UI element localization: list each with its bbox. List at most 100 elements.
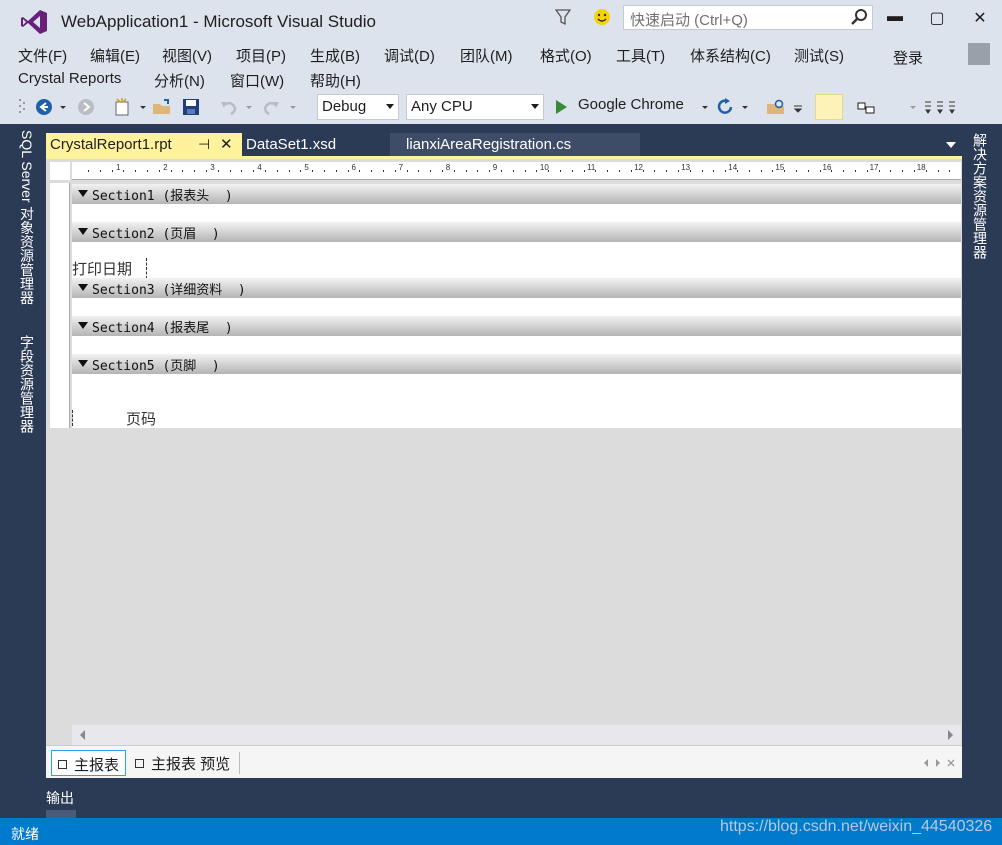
scroll-right-icon[interactable] [945,729,955,741]
tab-crystalreport1-rpt[interactable]: CrystalReport1.rpt ⊣ ✕ [46,133,242,157]
ruler-tick [477,170,479,172]
tab-lianxiarearegistration-cs[interactable]: lianxiAreaRegistration.cs [390,133,640,157]
ruler-tick [265,170,266,172]
ruler-label: 15 [775,163,785,172]
menu-view[interactable]: 视图(V) [162,45,212,66]
menu-tools[interactable]: 工具(T) [616,45,665,66]
redo-icon[interactable] [262,98,280,116]
tab-field-explorer[interactable]: 字段资源管理器 [17,335,37,433]
menu-team[interactable]: 团队(M) [460,45,513,66]
toolbar-overflow-icon[interactable] [793,98,803,116]
new-project-icon[interactable] [113,98,133,116]
avatar[interactable] [968,43,990,65]
open-file-icon[interactable] [152,98,172,116]
section-body-report-footer[interactable] [72,336,961,354]
tab-dataset1-xsd[interactable]: DataSet1.xsd [242,133,390,157]
ruler-tick [501,170,502,172]
toolbar-grip-icon[interactable] [18,98,26,116]
collapse-triangle-icon[interactable] [78,190,88,197]
solution-configuration-select[interactable]: Debug [317,94,399,120]
refresh-icon[interactable] [716,98,734,116]
collapse-triangle-icon[interactable] [78,322,88,329]
sign-in-link[interactable]: 登录 [893,47,923,68]
chevron-down-icon[interactable] [58,98,68,116]
ruler-tick [583,170,585,172]
collapse-triangle-icon[interactable] [78,284,88,291]
tab-sql-server-object-explorer[interactable]: SQL Server 对象资源管理器 [17,130,37,305]
navigate-back-icon[interactable] [35,98,53,116]
scroll-left-icon[interactable] [78,729,88,741]
menu-crystal-reports[interactable]: Crystal Reports [18,70,121,87]
print-date-field[interactable]: 打印日期 [72,258,148,279]
highlight-color-swatch[interactable] [815,94,843,120]
ruler-label: 5 [304,163,309,172]
menu-test[interactable]: 测试(S) [794,45,844,66]
close-tab-icon[interactable]: ✕ [220,135,233,153]
ruler-tick [465,170,467,172]
menu-debug[interactable]: 调试(D) [384,45,435,66]
collapse-triangle-icon[interactable] [78,360,88,367]
tab-label: DataSet1.xsd [246,136,337,153]
menu-architecture[interactable]: 体系结构(C) [690,45,771,66]
save-icon[interactable] [182,98,200,116]
chevron-down-icon[interactable] [244,98,254,116]
undo-icon[interactable] [220,98,238,116]
tab-solution-explorer[interactable]: 解决方案资源管理器 [970,133,990,259]
section-header-page-footer[interactable]: Section5 (页脚 ) [72,354,961,374]
align-objects-icon[interactable] [856,98,876,116]
chevron-down-icon[interactable] [700,98,710,116]
ruler-tick [689,170,691,172]
menu-help[interactable]: 帮助(H) [310,70,361,91]
start-debugging-button[interactable]: Google Chrome [556,96,684,118]
section-body-report-header[interactable] [72,204,961,222]
toolbar-overflow-icon[interactable] [922,98,958,116]
section-header-report-header[interactable]: Section1 (报表头 ) [72,184,961,204]
menu-edit[interactable]: 编辑(E) [90,45,140,66]
quick-launch-input[interactable]: 快速启动 (Ctrl+Q) [623,5,873,30]
pin-icon[interactable]: ⊣ [198,136,210,153]
tab-main-report-preview[interactable]: 主报表 预览 [129,750,236,776]
ruler-tick [642,170,644,172]
menu-window[interactable]: 窗口(W) [230,70,284,91]
tab-main-report[interactable]: 主报表 [51,750,127,776]
tab-output[interactable]: 输出 [46,788,74,808]
menu-file[interactable]: 文件(F) [18,45,67,66]
minimize-button[interactable]: ▬ [880,8,910,30]
close-window-button[interactable]: ✕ [965,8,995,30]
chevron-down-icon[interactable] [288,98,298,116]
chevron-down-icon[interactable] [138,98,148,116]
find-in-files-icon[interactable] [766,98,786,116]
menu-project[interactable]: 项目(P) [236,45,286,66]
ruler-tick [937,170,939,172]
section-header-page-header[interactable]: Section2 (页眉 ) [72,222,961,242]
search-icon[interactable] [850,8,868,26]
section-body-page-footer[interactable] [72,374,961,428]
solution-platform-select[interactable]: Any CPU [406,94,544,120]
section-title: Section4 (报表尾 ) [92,321,233,336]
ruler-tick [170,170,172,172]
notification-filter-icon[interactable] [555,8,571,26]
tab-list-dropdown-icon[interactable] [946,142,956,148]
ruler-label: 16 [822,163,832,172]
chevron-down-icon[interactable] [740,98,750,116]
menu-analyze[interactable]: 分析(N) [154,70,205,91]
ruler-label: 7 [398,163,404,172]
page-number-field[interactable]: 页码 [126,408,156,429]
chevron-down-icon[interactable] [908,98,918,116]
maximize-button[interactable]: ▢ [922,8,952,30]
ruler-tick [866,170,868,172]
solution-platform-value: Any CPU [411,98,473,115]
section-header-report-footer[interactable]: Section4 (报表尾 ) [72,316,961,336]
navigate-forward-icon[interactable] [77,98,95,116]
collapse-triangle-icon[interactable] [78,228,88,235]
ruler-tick [902,170,904,172]
section-body-details[interactable] [72,298,961,316]
horizontal-scrollbar[interactable] [72,725,961,745]
ruler-label: 11 [587,163,596,172]
tab-scroll-controls-icon[interactable] [922,757,958,769]
menu-format[interactable]: 格式(O) [540,45,592,66]
section-body-page-header[interactable] [72,242,961,278]
menu-build[interactable]: 生成(B) [310,45,360,66]
section-header-details[interactable]: Section3 (详细资料 ) [72,278,961,298]
feedback-smiley-icon[interactable] [593,8,611,26]
